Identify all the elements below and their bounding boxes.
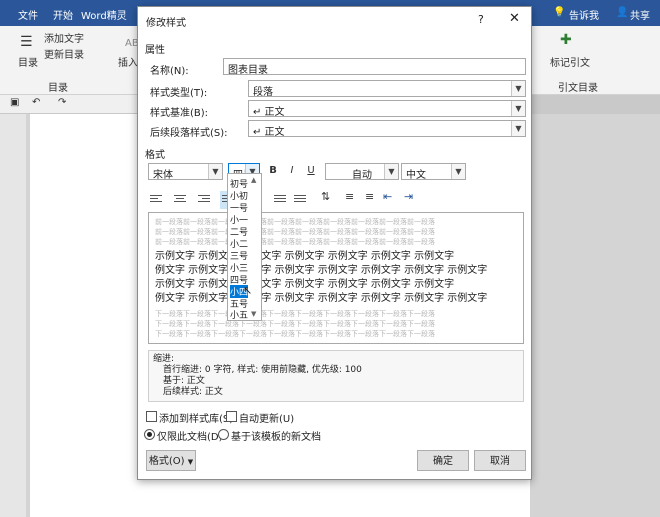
- toc-group-label: 目录: [48, 83, 68, 94]
- add-to-gallery-checkbox[interactable]: [146, 411, 157, 422]
- name-input[interactable]: 图表目录: [223, 58, 526, 76]
- preview-sample-line: 例文字 示例文字 示例文字 示例文字 示例文字 示例文字 示例文字 示例文字: [155, 265, 488, 276]
- chevron-down-icon: ▼: [208, 164, 222, 179]
- menu-share[interactable]: 共享: [630, 7, 650, 22]
- menu-file[interactable]: 文件: [18, 7, 38, 22]
- close-button[interactable]: ✕: [509, 11, 520, 26]
- citation-group-label: 引文目录: [558, 83, 598, 94]
- based-on-value: ↵ 正文: [253, 107, 285, 118]
- style-description: 缩进: 首行缩进: 0 字符, 样式: 使用前隐藏, 优先级: 100 基于: …: [148, 350, 524, 402]
- only-this-document-radio[interactable]: [144, 429, 155, 440]
- modify-style-dialog: 修改样式 ? ✕ 属性 名称(N): 图表目录 样式类型(T): 段落 ▼ 样式基…: [137, 6, 532, 480]
- toc-icon: ☰: [20, 34, 33, 50]
- next-style-select[interactable]: ↵ 正文 ▼: [248, 120, 526, 138]
- font-value: 宋体: [153, 170, 173, 181]
- space-before-icon[interactable]: ≡: [345, 190, 354, 203]
- font-size-dropdown: 初号 小初 一号 小一 二号 小二 三号 小三 四号 小四 五号 小五 ▲ ▼: [227, 173, 262, 321]
- font-select[interactable]: 宋体 ▼: [148, 163, 223, 181]
- preview-prev-line: 前一段落前一段落前一段落前一段落前一段落前一段落前一段落前一段落前一段落前一段落: [155, 238, 435, 246]
- next-style-label: 后续段落样式(S):: [150, 128, 228, 139]
- preview-next-line: 下一段落下一段落下一段落下一段落下一段落下一段落下一段落下一段落下一段落下一段落: [155, 330, 435, 338]
- size-option[interactable]: 小五: [230, 308, 248, 321]
- auto-update-label: 自动更新(U): [239, 414, 295, 425]
- desc-title: 缩进:: [153, 354, 175, 364]
- menu-tell-me[interactable]: 告诉我: [569, 7, 599, 22]
- scroll-down-icon[interactable]: ▼: [251, 310, 256, 318]
- based-on-select[interactable]: ↵ 正文 ▼: [248, 100, 526, 118]
- properties-section: 属性: [145, 45, 165, 56]
- toc-button[interactable]: 目录: [18, 54, 38, 69]
- type-select[interactable]: 段落 ▼: [248, 80, 526, 98]
- mark-citation-icon: ✚: [560, 32, 572, 48]
- type-value: 段落: [253, 87, 273, 98]
- preview-prev-line: 前一段落前一段落前一段落前一段落前一段落前一段落前一段落前一段落前一段落前一段落: [155, 228, 435, 236]
- increase-indent-icon[interactable]: ⇥: [404, 190, 413, 203]
- name-value: 图表目录: [228, 65, 268, 76]
- mark-citation-button[interactable]: 标记引文: [550, 54, 590, 69]
- desc-line: 基于: 正文: [163, 376, 205, 386]
- preview-sample-line: 例文字 示例文字 示例文字 示例文字 示例文字 示例文字 示例文字 示例文字: [155, 293, 488, 304]
- chevron-down-icon: ▼: [451, 164, 465, 179]
- chevron-down-icon: ▼: [384, 164, 398, 179]
- menu-word-genie[interactable]: Word精灵: [81, 7, 127, 22]
- format-section: 格式: [145, 150, 165, 161]
- desc-line: 后续样式: 正文: [163, 387, 223, 397]
- vertical-ruler: [0, 114, 27, 517]
- line-spacing-icon[interactable]: ⇅: [321, 190, 330, 203]
- update-toc-button[interactable]: 更新目录: [44, 46, 84, 61]
- help-button[interactable]: ?: [478, 13, 484, 26]
- font-color-select[interactable]: 自动 ▼: [325, 163, 399, 181]
- lightbulb-icon: 💡: [553, 7, 566, 18]
- format-menu-label: 格式(O): [148, 456, 185, 467]
- chevron-down-icon: ▼: [511, 121, 525, 136]
- italic-button[interactable]: I: [284, 163, 300, 179]
- next-style-value: ↵ 正文: [253, 127, 285, 138]
- language-value: 中文: [406, 170, 426, 181]
- only-this-document-label: 仅限此文档(D): [157, 432, 223, 443]
- dialog-title: 修改样式: [146, 18, 186, 29]
- undo-icon[interactable]: ↶: [32, 97, 40, 108]
- space-after-icon[interactable]: ≡: [365, 190, 374, 203]
- template-label: 基于该模板的新文档: [231, 432, 321, 443]
- style-preview: 前一段落前一段落前一段落前一段落前一段落前一段落前一段落前一段落前一段落前一段落…: [148, 212, 524, 344]
- save-icon[interactable]: ▣: [10, 97, 19, 108]
- distribute-icon[interactable]: [274, 193, 290, 207]
- format-menu-button[interactable]: 格式(O) ▼: [146, 450, 196, 471]
- add-to-gallery-label: 添加到样式库(S): [159, 414, 234, 425]
- font-color-value: 自动: [352, 170, 372, 181]
- align-right-icon[interactable]: [198, 193, 214, 207]
- insert-footnote-button[interactable]: 插入: [118, 54, 138, 69]
- cancel-button[interactable]: 取消: [474, 450, 526, 471]
- chevron-down-icon: ▼: [511, 101, 525, 116]
- chevron-down-icon: ▼: [511, 81, 525, 96]
- scroll-up-icon[interactable]: ▲: [251, 176, 256, 184]
- preview-sample-text: 示例文字 示例文字 示例文字 示例文字 示例文字 示例文字 示例文字例文字 示例…: [155, 250, 517, 306]
- user-icon: 👤: [616, 7, 629, 18]
- type-label: 样式类型(T):: [150, 88, 208, 99]
- based-on-label: 样式基准(B):: [150, 108, 209, 119]
- chevron-down-icon: ▼: [187, 458, 194, 466]
- underline-button[interactable]: U: [303, 163, 319, 179]
- desc-line: 首行缩进: 0 字符, 样式: 使用前隐藏, 优先级: 100: [163, 365, 362, 375]
- align-left-icon[interactable]: [150, 193, 166, 207]
- preview-sample-line: 示例文字 示例文字 示例文字 示例文字 示例文字 示例文字 示例文字: [155, 279, 455, 290]
- quick-access-toolbar: ▣ ↶ ↷: [0, 95, 140, 113]
- preview-prev-line: 前一段落前一段落前一段落前一段落前一段落前一段落前一段落前一段落前一段落前一段落: [155, 218, 435, 226]
- add-text-button[interactable]: 添加文字: [44, 30, 84, 45]
- bold-button[interactable]: B: [265, 163, 281, 179]
- menu-home[interactable]: 开始: [53, 7, 73, 22]
- decrease-indent-icon[interactable]: ⇤: [383, 190, 392, 203]
- distribute-all-icon[interactable]: [294, 193, 310, 207]
- preview-next-line: 下一段落下一段落下一段落下一段落下一段落下一段落下一段落下一段落下一段落下一段落: [155, 320, 435, 328]
- preview-sample-line: 示例文字 示例文字 示例文字 示例文字 示例文字 示例文字 示例文字: [155, 251, 455, 262]
- redo-icon[interactable]: ↷: [58, 97, 66, 108]
- template-radio[interactable]: [218, 429, 229, 440]
- auto-update-checkbox[interactable]: [226, 411, 237, 422]
- mouse-cursor-icon: ↖: [243, 284, 253, 297]
- preview-next-line: 下一段落下一段落下一段落下一段落下一段落下一段落下一段落下一段落下一段落下一段落: [155, 310, 435, 318]
- language-select[interactable]: 中文 ▼: [401, 163, 466, 181]
- align-center-icon[interactable]: [174, 193, 190, 207]
- name-label: 名称(N):: [150, 66, 189, 77]
- ok-button[interactable]: 确定: [417, 450, 469, 471]
